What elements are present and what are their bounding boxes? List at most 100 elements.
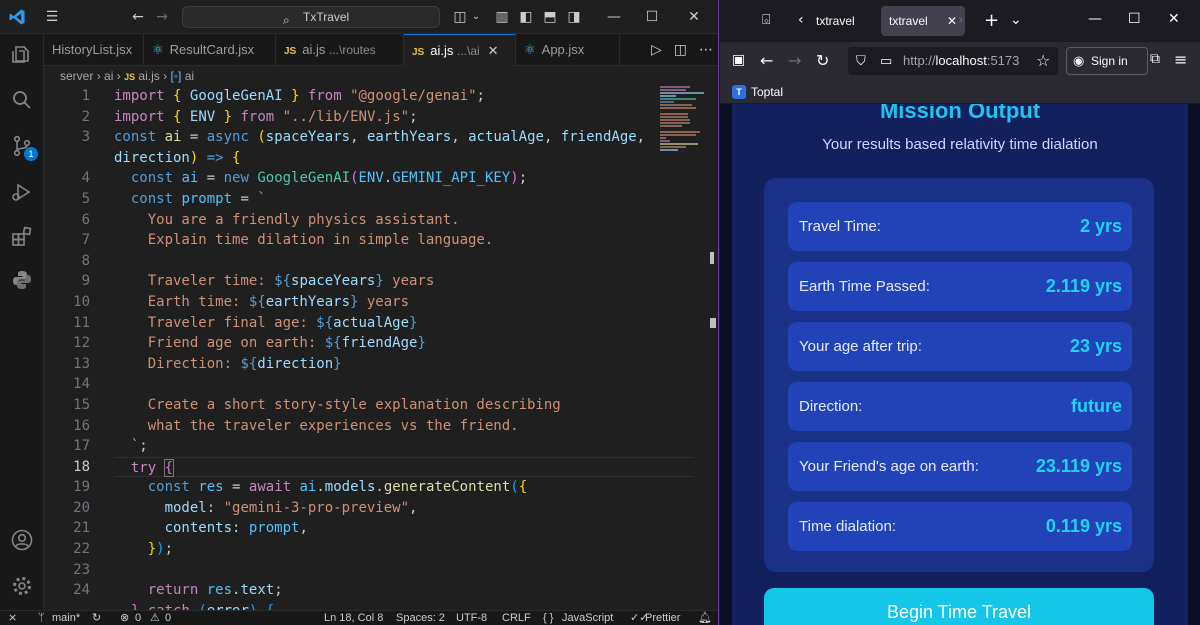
breadcrumb-folder[interactable]: server xyxy=(60,69,93,83)
minimap[interactable] xyxy=(660,86,708,176)
close-tab-icon[interactable]: ✕ xyxy=(488,43,499,58)
new-tab-plus-icon[interactable]: + xyxy=(984,10,999,31)
chevron-left-icon[interactable]: ‹ xyxy=(798,12,804,28)
line-number: 16 xyxy=(73,417,90,434)
reload-icon[interactable]: ↻ xyxy=(816,51,829,70)
page-info-icon[interactable]: ▭ xyxy=(880,47,892,75)
bookmarks-toolbar: T Toptal xyxy=(720,80,1200,104)
js-file-icon: JS xyxy=(124,72,136,82)
line-number-gutter: 1 2 3 4 5 6 7 8 9 10 11 12 13 14 15 16 17 18 19 20 21 22 23 24 xyxy=(44,86,90,610)
end-of-line[interactable]: CRLF xyxy=(502,611,531,625)
list-tabs-chevron-icon[interactable]: ⌄ xyxy=(1010,12,1022,28)
forward-arrow-icon[interactable]: → xyxy=(152,7,172,27)
close-icon[interactable]: ✕ xyxy=(684,7,704,27)
editor-scrollbar[interactable] xyxy=(708,86,718,606)
chevron-right-icon[interactable]: › xyxy=(958,12,964,28)
maximize-icon[interactable]: ☐ xyxy=(642,7,662,27)
breadcrumb-file[interactable]: ai.js xyxy=(138,69,159,83)
result-value: future xyxy=(1071,396,1122,416)
result-row: Direction: future xyxy=(788,382,1132,431)
browser-tab-inactive[interactable]: txtravel xyxy=(816,6,876,36)
settings-gear-icon[interactable] xyxy=(10,574,34,598)
result-value: 2.119 yrs xyxy=(1045,276,1122,296)
minimize-icon[interactable]: — xyxy=(1088,11,1102,27)
code-line: Traveler time: ${spaceYears} years xyxy=(114,273,435,290)
begin-time-travel-button[interactable]: Begin Time Travel xyxy=(764,588,1154,625)
line-number xyxy=(44,148,90,169)
bookmark-star-icon[interactable]: ☆ xyxy=(1036,51,1050,70)
tab-groups-icon[interactable]: ⌺ xyxy=(762,12,770,28)
scm-badge: 1 xyxy=(24,147,38,161)
variable-symbol-icon: [◦] xyxy=(170,69,182,83)
remote-icon[interactable]: ⨯ xyxy=(8,611,17,625)
tab-resultcard[interactable]: ⚛ ResultCard.jsx xyxy=(144,34,276,66)
more-actions-icon[interactable]: ⋯ xyxy=(699,42,713,58)
line-number: 6 xyxy=(81,211,90,228)
minimize-icon[interactable]: — xyxy=(604,7,624,27)
line-number: 24 xyxy=(73,582,90,599)
encoding[interactable]: UTF-8 xyxy=(456,611,487,625)
result-row: Travel Time: 2 yrs xyxy=(788,202,1132,251)
code-line: what the traveler experiences vs the fri… xyxy=(114,417,519,434)
menu-icon[interactable]: ≡ xyxy=(1174,50,1187,69)
git-branch[interactable]: main* xyxy=(52,611,80,625)
layout-panels-icon[interactable]: ▥ xyxy=(492,7,512,27)
cursor-position[interactable]: Ln 18, Col 8 xyxy=(324,611,383,625)
shield-icon[interactable]: ⛉ xyxy=(856,47,866,75)
back-arrow-icon[interactable]: ← xyxy=(760,51,773,70)
command-center-search[interactable]: ⌕ TxTravel xyxy=(182,6,440,28)
indentation[interactable]: Spaces: 2 xyxy=(396,611,445,625)
scrollbar-thumb[interactable] xyxy=(710,318,716,328)
branch-icon: ᛘ xyxy=(38,612,45,624)
explorer-files-icon[interactable] xyxy=(10,44,34,68)
sign-in-button[interactable]: ◉ Sign in xyxy=(1066,47,1148,75)
tab-ai-routes[interactable]: JS ai.js ...\routes xyxy=(276,34,404,66)
status-bar: ⨯ ᛘ main* ↻ ⊗ 0 ⚠ 0 Ln 18, Col 8 Spaces:… xyxy=(0,610,718,625)
search-icon[interactable] xyxy=(10,88,34,112)
warning-count[interactable]: 0 xyxy=(165,611,171,625)
run-file-icon[interactable]: ▷ xyxy=(651,42,662,58)
tab-historylist[interactable]: HistoryList.jsx xyxy=(44,34,144,66)
error-count[interactable]: 0 xyxy=(135,611,141,625)
code-editor[interactable]: 1 2 3 4 5 6 7 8 9 10 11 12 13 14 15 16 17 18 19 20 21 22 23 24 … xyxy=(44,86,718,610)
back-arrow-icon[interactable]: ← xyxy=(128,7,148,27)
breadcrumb-folder[interactable]: ai xyxy=(104,69,113,83)
extensions-icon[interactable] xyxy=(10,224,34,248)
error-icon: ⊗ xyxy=(120,612,130,624)
chevron-down-icon[interactable]: ⌄ xyxy=(466,7,486,27)
chevron-right-icon: › xyxy=(96,69,105,83)
react-file-icon: ⚛ xyxy=(152,42,164,57)
toggle-panel-icon[interactable]: ⬒ xyxy=(540,7,560,27)
result-value: 0.119 yrs xyxy=(1045,516,1122,536)
notifications-bell-icon[interactable]: 🔔︎ xyxy=(698,611,712,625)
sidebar-toggle-icon[interactable]: ▣ xyxy=(732,52,745,68)
url-bar[interactable]: ⛉ ▭ http://localhost:5173 xyxy=(848,47,1058,75)
menu-icon[interactable]: ☰ xyxy=(42,7,62,27)
tab-label: App.jsx xyxy=(541,42,585,57)
react-file-icon: ⚛ xyxy=(524,42,536,57)
python-icon[interactable] xyxy=(10,268,34,292)
bookmark-toptal[interactable]: Toptal xyxy=(751,80,783,104)
breadcrumb-symbol[interactable]: ai xyxy=(185,69,194,83)
maximize-icon[interactable]: ☐ xyxy=(1128,11,1141,27)
code-content[interactable]: import { GoogleGenAI } from "@google/gen… xyxy=(114,86,694,610)
close-tab-icon[interactable]: ✕ xyxy=(947,6,957,36)
formatter[interactable]: Prettier xyxy=(645,611,680,625)
tab-ai-active[interactable]: JS ai.js ...\ai ✕ xyxy=(404,34,516,66)
forward-arrow-icon[interactable]: → xyxy=(788,51,801,70)
close-window-icon[interactable]: ✕ xyxy=(1168,11,1180,27)
sync-icon[interactable]: ↻ xyxy=(92,611,101,625)
account-icon[interactable] xyxy=(10,528,34,552)
toggle-sidebar-icon[interactable]: ◧ xyxy=(516,7,536,27)
toggle-secondary-sidebar-icon[interactable]: ◨ xyxy=(564,7,584,27)
language-mode[interactable]: JavaScript xyxy=(562,611,613,625)
line-number: 17 xyxy=(73,438,90,455)
line-number: 18 xyxy=(73,458,90,475)
activity-bar: 1 xyxy=(0,34,44,610)
extensions-puzzle-icon[interactable]: ⧉ xyxy=(1150,51,1160,67)
run-debug-icon[interactable] xyxy=(10,180,34,204)
split-editor-icon[interactable]: ◫ xyxy=(674,42,687,58)
tab-app[interactable]: ⚛ App.jsx xyxy=(516,34,620,66)
line-number: 11 xyxy=(73,314,90,331)
browser-tab-active[interactable]: txtravel ✕ xyxy=(881,6,965,36)
